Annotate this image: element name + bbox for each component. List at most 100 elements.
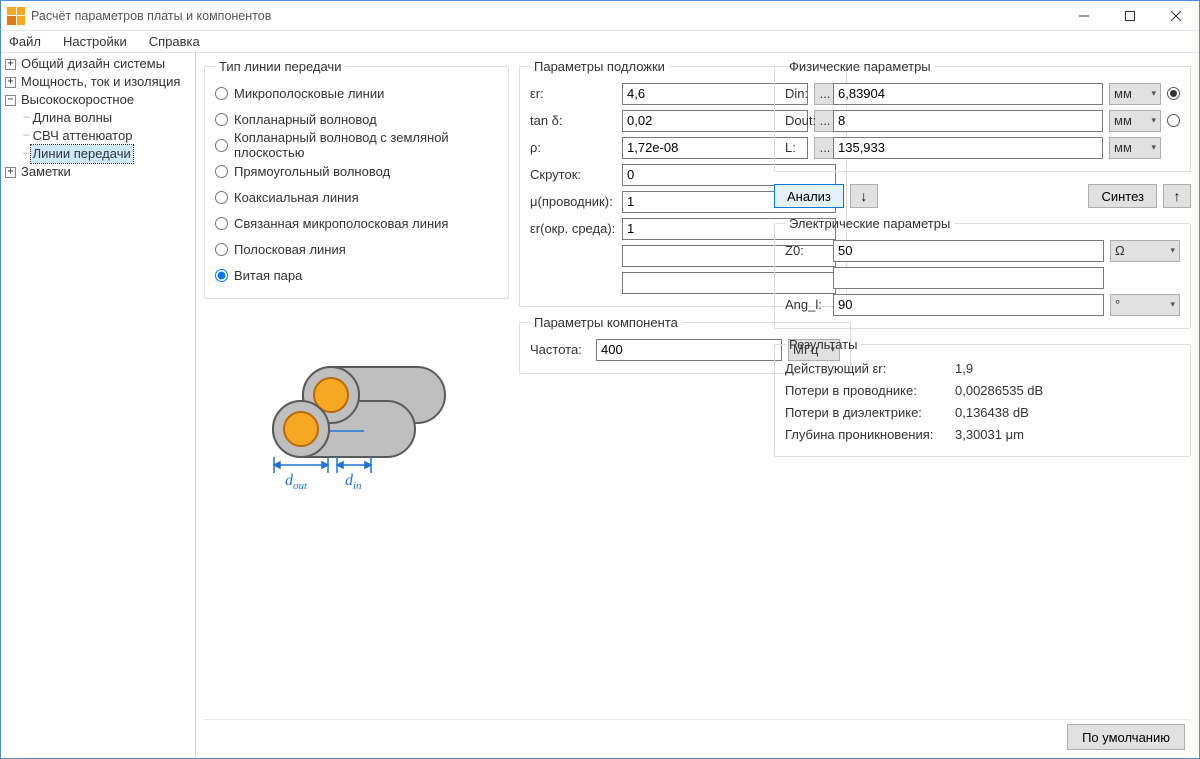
input-dout[interactable] xyxy=(833,110,1103,132)
label-er: εr: xyxy=(530,86,616,101)
select-l-unit[interactable]: мм▾ xyxy=(1109,137,1161,159)
workspace: + Общий дизайн системы + Мощность, ток и… xyxy=(1,53,1199,758)
chevron-down-icon: ▾ xyxy=(1151,115,1156,126)
select-angl-unit[interactable]: °▾ xyxy=(1110,294,1180,316)
tree-item-power[interactable]: + Мощность, ток и изоляция xyxy=(1,73,195,91)
select-din-unit[interactable]: мм▾ xyxy=(1109,83,1161,105)
tree-item-system-design[interactable]: + Общий дизайн системы xyxy=(1,55,195,73)
label-twist: Скруток: xyxy=(530,167,616,182)
row-z0: Z0: Ω▾ xyxy=(785,237,1180,264)
group-physical-legend: Физические параметры xyxy=(785,59,935,74)
svg-text:din: din xyxy=(345,472,362,492)
radio-twisted-pair[interactable]: Витая пара xyxy=(215,262,498,288)
group-line-type: Тип линии передачи Микрополосковые линии… xyxy=(204,59,509,299)
select-z0-unit[interactable]: Ω▾ xyxy=(1110,240,1180,262)
nav-tree[interactable]: + Общий дизайн системы + Мощность, ток и… xyxy=(1,53,196,758)
radio-coplanar[interactable]: Копланарный волновод xyxy=(215,106,498,132)
tree-item-wavelength[interactable]: ┄ Длина волны xyxy=(1,109,195,127)
label-l: L: xyxy=(785,140,827,155)
arrow-up-icon: ↑ xyxy=(1174,188,1181,204)
minimize-icon xyxy=(1079,11,1089,21)
label-murc: μ(проводник): xyxy=(530,194,616,209)
action-row: Анализ ↓ Синтез ↑ xyxy=(774,184,1191,208)
expand-icon[interactable]: + xyxy=(5,77,16,88)
tree-connector-icon: ┄ xyxy=(23,109,29,127)
label-din: Din: xyxy=(785,86,827,101)
maximize-button[interactable] xyxy=(1107,1,1153,30)
result-value: 0,00286535 dB xyxy=(955,380,1180,402)
arrow-up-button[interactable]: ↑ xyxy=(1163,184,1191,208)
input-z0[interactable] xyxy=(833,240,1104,262)
row-din: Din: мм▾ xyxy=(785,80,1180,107)
menu-help[interactable]: Справка xyxy=(145,33,204,50)
menu-file[interactable]: Файл xyxy=(5,33,45,50)
radio-fix-dout[interactable] xyxy=(1167,114,1180,127)
radio-coplanar-ground[interactable]: Копланарный волновод с земляной плоскост… xyxy=(215,132,498,158)
tree-connector-icon: ┄ xyxy=(23,145,29,163)
group-results-legend: Результаты xyxy=(785,337,861,352)
defaults-button[interactable]: По умолчанию xyxy=(1067,724,1185,750)
input-el-blank[interactable] xyxy=(833,267,1104,289)
select-dout-unit[interactable]: мм▾ xyxy=(1109,110,1161,132)
result-label: Действующий εr: xyxy=(785,358,955,380)
row-angl: Ang_l: °▾ xyxy=(785,291,1180,318)
chevron-down-icon: ▾ xyxy=(1170,245,1175,256)
tree-item-attenuator[interactable]: ┄ СВЧ аттенюатор xyxy=(1,127,195,145)
radio-stripline[interactable]: Полосковая линия xyxy=(215,236,498,262)
arrow-down-button[interactable]: ↓ xyxy=(850,184,878,208)
collapse-icon[interactable]: − xyxy=(5,95,16,106)
group-component-legend: Параметры компонента xyxy=(530,315,682,330)
analyze-button[interactable]: Анализ xyxy=(774,184,844,208)
result-label: Глубина проникновения: xyxy=(785,424,955,446)
row-l: L: мм▾ xyxy=(785,134,1180,161)
result-row: Глубина проникновения: 3,30031 μm xyxy=(785,424,1180,446)
radio-fix-din[interactable] xyxy=(1167,87,1180,100)
label-frequency: Частота: xyxy=(530,342,590,357)
group-electrical: Электрические параметры Z0: Ω▾ Ang_l: xyxy=(774,216,1191,329)
tree-item-highspeed[interactable]: − Высокоскоростное xyxy=(1,91,195,109)
result-value: 3,30031 μm xyxy=(955,424,1180,446)
label-dout: Dout: xyxy=(785,113,827,128)
window-title: Расчёт параметров платы и компонентов xyxy=(31,9,1061,23)
result-value: 0,136438 dB xyxy=(955,402,1180,424)
chevron-down-icon: ▾ xyxy=(1151,142,1156,153)
input-din[interactable] xyxy=(833,83,1103,105)
row-dout: Dout: мм▾ xyxy=(785,107,1180,134)
radio-microstrip[interactable]: Микрополосковые линии xyxy=(215,80,498,106)
group-substrate-legend: Параметры подложки xyxy=(530,59,669,74)
input-l[interactable] xyxy=(833,137,1103,159)
input-angl[interactable] xyxy=(833,294,1104,316)
row-el-blank xyxy=(785,264,1180,291)
arrow-down-icon: ↓ xyxy=(860,188,867,204)
tree-item-notes[interactable]: + Заметки xyxy=(1,163,195,181)
label-rho: ρ: xyxy=(530,140,616,155)
titlebar: Расчёт параметров платы и компонентов xyxy=(1,1,1199,31)
expand-icon[interactable]: + xyxy=(5,59,16,70)
result-value: 1,9 xyxy=(955,358,1180,380)
minimize-button[interactable] xyxy=(1061,1,1107,30)
bottom-bar: По умолчанию xyxy=(204,719,1191,754)
radio-rect-waveguide[interactable]: Прямоугольный волновод xyxy=(215,158,498,184)
chevron-down-icon: ▾ xyxy=(1151,88,1156,99)
menu-settings[interactable]: Настройки xyxy=(59,33,131,50)
column-line-type: Тип линии передачи Микрополосковые линии… xyxy=(204,59,509,507)
window-controls xyxy=(1061,1,1199,30)
result-label: Потери в диэлектрике: xyxy=(785,402,955,424)
tree-item-transmission-lines[interactable]: ┄ Линии передачи xyxy=(1,145,195,163)
result-label: Потери в проводнике: xyxy=(785,380,955,402)
radio-coaxial[interactable]: Коаксиальная линия xyxy=(215,184,498,210)
result-row: Действующий εr: 1,9 xyxy=(785,358,1180,380)
synthesize-button[interactable]: Синтез xyxy=(1088,184,1157,208)
expand-icon[interactable]: + xyxy=(5,167,16,178)
group-electrical-legend: Электрические параметры xyxy=(785,216,954,231)
group-results: Результаты Действующий εr: 1,9 Потери в … xyxy=(774,337,1191,457)
maximize-icon xyxy=(1125,11,1135,21)
label-tand: tan δ: xyxy=(530,113,616,128)
close-button[interactable] xyxy=(1153,1,1199,30)
radio-coupled-microstrip[interactable]: Связанная микрополосковая линия xyxy=(215,210,498,236)
result-row: Потери в диэлектрике: 0,136438 dB xyxy=(785,402,1180,424)
input-frequency[interactable] xyxy=(596,339,782,361)
close-icon xyxy=(1171,11,1181,21)
line-diagram: dout din xyxy=(204,307,509,507)
column-substrate: Параметры подложки εr: ... tan δ: ... ρ: xyxy=(519,59,764,382)
